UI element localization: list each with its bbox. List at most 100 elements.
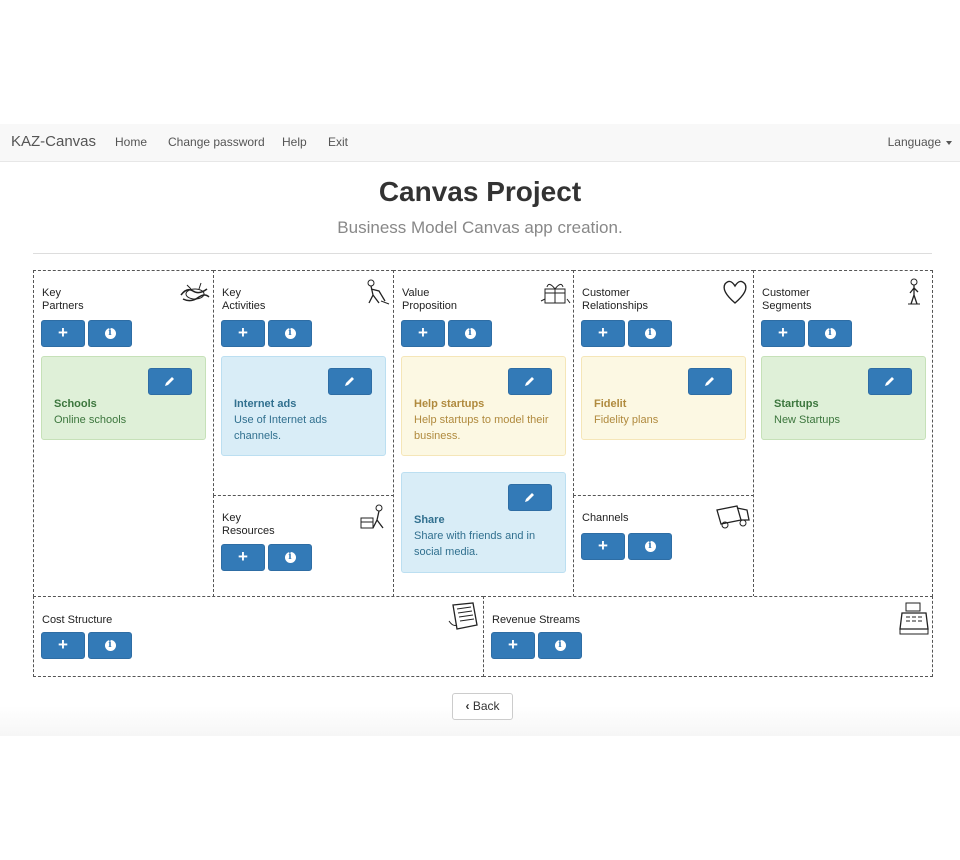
section-title: Cost Structure <box>42 614 113 626</box>
add-key-partner-button[interactable]: + <box>41 320 85 347</box>
key-activities-section: Key Activities + i Internet ads Use of I… <box>213 270 394 496</box>
note-title: Internet ads <box>234 398 297 410</box>
info-icon: i <box>644 328 656 339</box>
section-title: Key Partners <box>42 287 162 313</box>
section-title: Customer Segments <box>762 287 882 313</box>
add-revenue-stream-button[interactable]: + <box>491 632 535 659</box>
note-text: Help startups to model their business. <box>414 414 549 442</box>
note-card-help-startups: Help startups Help startups to model the… <box>401 356 566 456</box>
info-icon: i <box>104 640 116 651</box>
info-icon: i <box>644 541 656 552</box>
revenue-streams-section: Revenue Streams + i <box>483 596 933 677</box>
info-icon: i <box>284 552 296 563</box>
value-proposition-section: Value Proposition + i Help startups Help… <box>393 270 574 597</box>
section-title-line: Key <box>42 287 61 299</box>
nav-change-password-link[interactable]: Change password <box>168 135 265 149</box>
app-window: KAZ-Canvas Home Change password Help Exi… <box>0 124 960 736</box>
page-title: Canvas Project <box>378 176 582 207</box>
add-channel-button[interactable]: + <box>581 533 625 560</box>
info-cost-structure-button[interactable]: i <box>88 632 132 659</box>
section-title: Key Resources <box>222 512 342 538</box>
info-channels-button[interactable]: i <box>628 533 672 560</box>
section-title-line: Partners <box>42 300 84 312</box>
language-dropdown[interactable]: Language <box>888 135 952 149</box>
edit-note-button[interactable] <box>688 368 732 395</box>
divider <box>33 253 932 254</box>
handshake-sketch-icon <box>180 282 210 302</box>
add-customer-relationship-button[interactable]: + <box>581 320 625 347</box>
note-title: Schools <box>54 398 97 410</box>
add-key-activity-button[interactable]: + <box>221 320 265 347</box>
chevron-left-icon: ‹ <box>465 699 470 713</box>
truck-sketch-icon <box>716 505 750 529</box>
section-title-line: Proposition <box>402 300 458 312</box>
section-title-line: Activities <box>222 300 266 312</box>
section-title-line: Relationships <box>582 300 649 312</box>
pencil-icon <box>525 493 534 502</box>
section-title-line: Key <box>222 287 241 299</box>
customer-segments-section: Customer Segments + i Startups New Start… <box>753 270 933 597</box>
note-card-startups: Startups New Startups <box>761 356 926 440</box>
edit-note-button[interactable] <box>328 368 372 395</box>
edit-note-button[interactable] <box>868 368 912 395</box>
info-icon: i <box>824 328 836 339</box>
add-value-proposition-button[interactable]: + <box>401 320 445 347</box>
edit-note-button[interactable] <box>508 484 552 511</box>
section-title: Value Proposition <box>402 287 522 313</box>
back-button-label: Back <box>472 699 500 713</box>
info-revenue-streams-button[interactable]: i <box>538 632 582 659</box>
nav-exit-link[interactable]: Exit <box>328 135 348 149</box>
cash-register-sketch-icon <box>899 602 929 635</box>
edit-note-button[interactable] <box>148 368 192 395</box>
section-title: Revenue Streams <box>492 614 581 626</box>
info-icon: i <box>464 328 476 339</box>
add-customer-segment-button[interactable]: + <box>761 320 805 347</box>
brand-link[interactable]: KAZ-Canvas <box>11 133 96 150</box>
customer-relationships-section: Customer Relationships + i Fidelit Fidel… <box>573 270 754 496</box>
receipt-sketch-icon <box>448 602 478 630</box>
note-card-fidelit: Fidelit Fidelity plans <box>581 356 746 440</box>
note-text: Share with friends and in social media. <box>414 530 536 558</box>
info-icon: i <box>104 328 116 339</box>
note-card-schools: Schools Online schools <box>41 356 206 440</box>
info-icon: i <box>554 640 566 651</box>
note-text: Fidelity plans <box>594 414 659 426</box>
back-button[interactable]: ‹ Back <box>452 693 513 720</box>
info-key-partners-button[interactable]: i <box>88 320 132 347</box>
section-title: Customer Relationships <box>582 287 702 313</box>
note-text: Use of Internet ads channels. <box>234 414 327 442</box>
gift-sketch-icon <box>540 283 571 304</box>
nav-help-link[interactable]: Help <box>282 135 307 149</box>
nav-home-link[interactable]: Home <box>115 135 147 149</box>
pencil-icon <box>345 377 354 386</box>
info-key-activities-button[interactable]: i <box>268 320 312 347</box>
pencil-icon <box>165 377 174 386</box>
info-value-proposition-button[interactable]: i <box>448 320 492 347</box>
info-customer-relationships-button[interactable]: i <box>628 320 672 347</box>
info-customer-segments-button[interactable]: i <box>808 320 852 347</box>
top-navbar: KAZ-Canvas Home Change password Help Exi… <box>0 124 960 162</box>
info-icon: i <box>284 328 296 339</box>
section-title-line: Key <box>222 512 241 524</box>
note-title: Share <box>414 514 445 526</box>
language-label: Language <box>887 135 941 149</box>
section-title: Key Activities <box>222 287 342 313</box>
note-title: Help startups <box>414 398 485 410</box>
cost-structure-section: Cost Structure + i <box>33 596 484 677</box>
caret-down-icon <box>946 140 952 145</box>
note-text: Online schools <box>54 414 127 426</box>
note-title: Startups <box>774 398 819 410</box>
note-card-share: Share Share with friends and in social m… <box>401 472 566 573</box>
section-title-line: Customer <box>762 287 810 299</box>
add-key-resource-button[interactable]: + <box>221 544 265 571</box>
person-sketch-icon <box>908 278 920 305</box>
key-partners-section: Key Partners + i Schools Online schools <box>33 270 214 597</box>
page-subtitle: Business Model Canvas app creation. <box>337 218 623 237</box>
edit-note-button[interactable] <box>508 368 552 395</box>
pencil-icon <box>525 377 534 386</box>
add-cost-button[interactable]: + <box>41 632 85 659</box>
note-title: Fidelit <box>594 398 627 410</box>
worker-sketch-icon <box>367 279 390 305</box>
note-text: New Startups <box>774 414 841 426</box>
info-key-resources-button[interactable]: i <box>268 544 312 571</box>
